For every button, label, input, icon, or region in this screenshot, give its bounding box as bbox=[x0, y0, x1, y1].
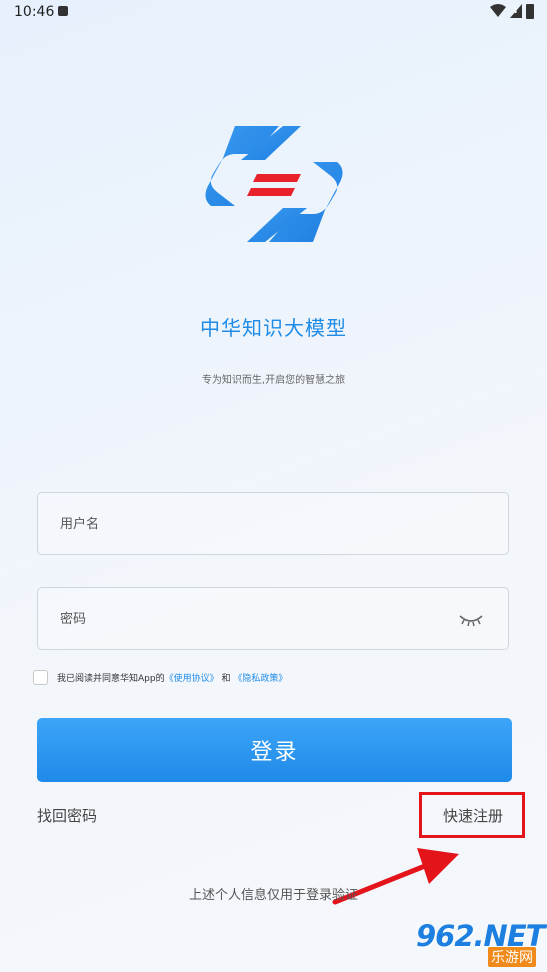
highlight-box bbox=[419, 792, 525, 838]
eye-closed-icon[interactable] bbox=[458, 610, 484, 628]
notification-icon bbox=[58, 6, 68, 16]
watermark-text: 乐游网 bbox=[488, 947, 536, 967]
password-field[interactable] bbox=[37, 587, 509, 651]
signal-icon bbox=[510, 4, 522, 18]
agreement-checkbox[interactable] bbox=[33, 670, 48, 685]
battery-icon bbox=[526, 4, 534, 19]
login-button[interactable]: 登录 bbox=[37, 718, 512, 782]
privacy-link[interactable]: 《隐私政策》 bbox=[233, 674, 287, 684]
forgot-password-link[interactable]: 找回密码 bbox=[37, 805, 97, 826]
agreement-and: 和 bbox=[221, 674, 231, 684]
wifi-icon bbox=[490, 4, 506, 17]
app-title: 中华知识大模型 bbox=[200, 316, 347, 340]
app-logo bbox=[205, 126, 343, 242]
footer-note: 上述个人信息仅用于登录验证 bbox=[188, 888, 358, 903]
status-bar: 10:46 bbox=[0, 0, 547, 26]
agreement-prefix: 我已阅读并同意华知App的 bbox=[57, 674, 165, 684]
terms-link[interactable]: 《使用协议》 bbox=[165, 674, 219, 684]
status-time: 10:46 bbox=[14, 4, 55, 20]
username-input[interactable] bbox=[38, 493, 442, 556]
app-subtitle: 专为知识而生,开启您的智慧之旅 bbox=[201, 375, 346, 386]
username-field[interactable] bbox=[37, 492, 509, 556]
agreement-text: 我已阅读并同意华知App的《使用协议》 和 《隐私政策》 bbox=[57, 671, 287, 684]
password-input[interactable] bbox=[38, 588, 442, 651]
